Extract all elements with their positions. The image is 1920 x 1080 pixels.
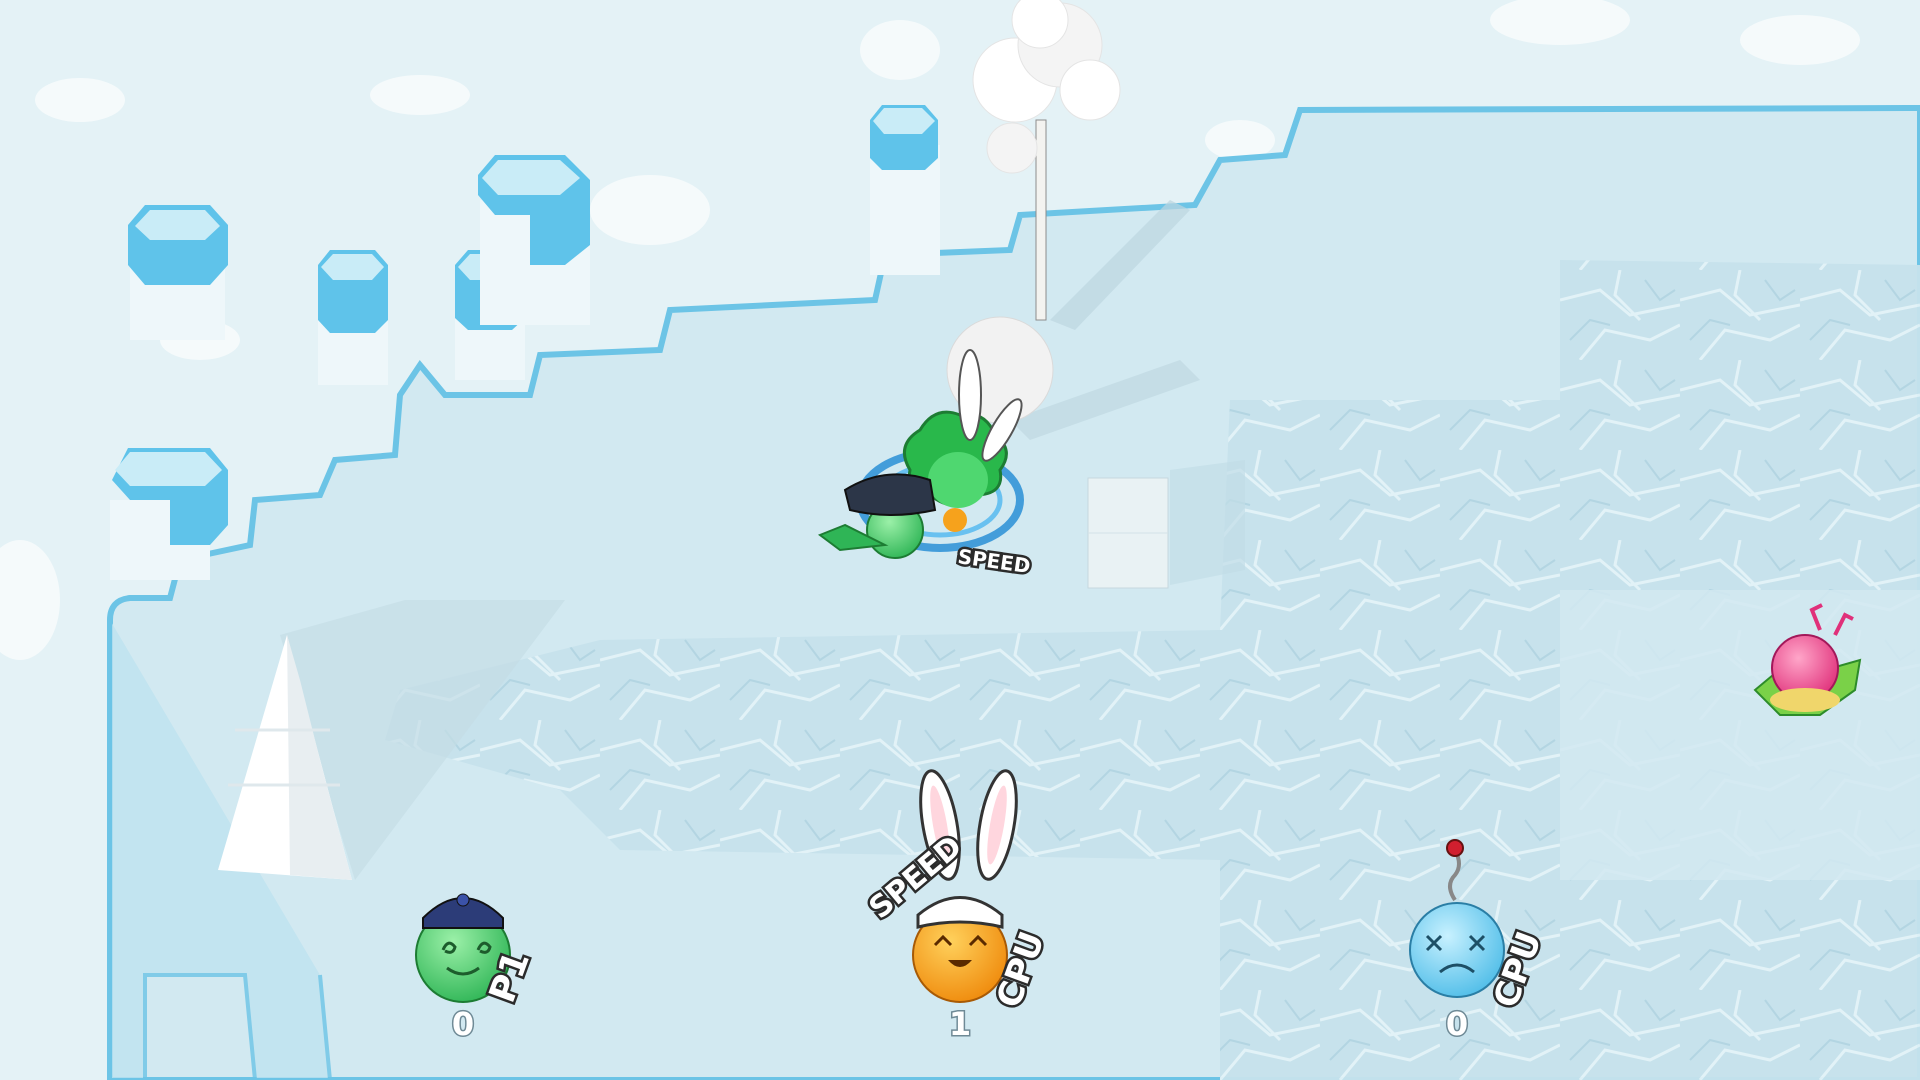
player-score: 1 bbox=[949, 1005, 971, 1043]
smooth-ice-patch bbox=[1560, 590, 1920, 880]
ice-block bbox=[1087, 460, 1245, 589]
game-scene: SPEED P1 0 SPEED CPU 1 CPU 0 bbox=[0, 0, 1920, 1080]
player-avatar bbox=[1409, 902, 1505, 998]
ice-pillar bbox=[318, 250, 388, 385]
ice-pillar bbox=[128, 205, 228, 340]
player-score: 0 bbox=[1446, 1005, 1468, 1043]
player-score: 0 bbox=[452, 1005, 474, 1043]
ice-pillar bbox=[870, 105, 940, 275]
ice-pillar bbox=[478, 155, 590, 325]
bunny-ears-icon bbox=[958, 349, 982, 441]
